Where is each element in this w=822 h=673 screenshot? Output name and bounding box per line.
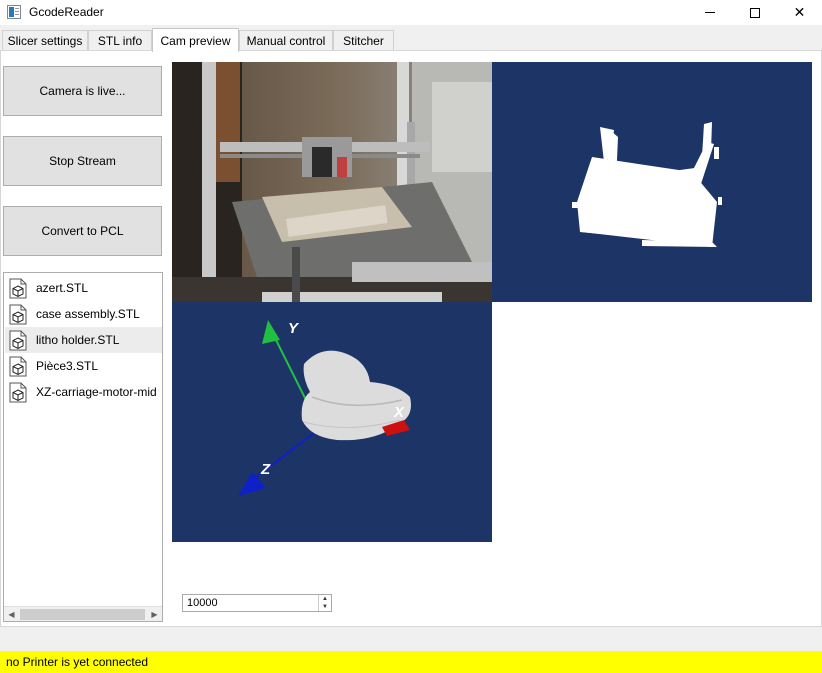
close-button[interactable]: ✕ bbox=[777, 0, 822, 25]
tab-stl-info[interactable]: STL info bbox=[88, 30, 152, 51]
list-item[interactable]: Pièce3.STL bbox=[5, 353, 162, 379]
y-axis-line bbox=[271, 331, 308, 403]
stop-stream-button[interactable]: Stop Stream bbox=[3, 136, 162, 186]
camera-live-button[interactable]: Camera is live... bbox=[3, 66, 162, 116]
tab-slicer-settings[interactable]: Slicer settings bbox=[2, 30, 88, 51]
stl-file-icon bbox=[9, 382, 27, 403]
window-title: GcodeReader bbox=[29, 5, 104, 19]
point-cloud-image bbox=[572, 122, 722, 247]
spinbox-value: 10000 bbox=[187, 597, 218, 609]
maximize-icon bbox=[749, 7, 760, 18]
y-axis-label: Y bbox=[288, 320, 300, 337]
threshold-spinbox[interactable]: 10000 ▲ ▼ bbox=[182, 594, 332, 612]
title-bar: GcodeReader ✕ bbox=[0, 0, 822, 25]
x-axis-label: X bbox=[393, 404, 405, 421]
list-item[interactable]: azert.STL bbox=[5, 275, 162, 301]
spin-down-icon[interactable]: ▼ bbox=[319, 603, 331, 611]
stl-file-icon bbox=[9, 330, 27, 351]
stl-file-icon bbox=[9, 356, 27, 377]
list-item[interactable]: XZ-carriage-motor-mid bbox=[5, 379, 162, 405]
close-icon: ✕ bbox=[793, 4, 806, 20]
horizontal-scrollbar[interactable]: ◀ ▶ bbox=[4, 606, 162, 621]
stl-file-list[interactable]: azert.STL case assembly.STL litho holder… bbox=[3, 272, 163, 622]
spin-up-icon[interactable]: ▲ bbox=[319, 595, 331, 603]
stl-file-icon bbox=[9, 278, 27, 299]
spinbox-buttons[interactable]: ▲ ▼ bbox=[318, 595, 331, 611]
scroll-left-icon[interactable]: ◀ bbox=[4, 607, 19, 621]
y-axis-arrow bbox=[262, 320, 280, 344]
stl-file-icon bbox=[9, 304, 27, 325]
convert-to-pcl-button[interactable]: Convert to PCL bbox=[3, 206, 162, 256]
point-cloud-view bbox=[492, 62, 812, 302]
tab-cam-preview[interactable]: Cam preview bbox=[152, 28, 239, 52]
camera-feed-view bbox=[172, 62, 492, 302]
status-bar: no Printer is yet connected bbox=[0, 651, 822, 673]
status-text: no Printer is yet connected bbox=[6, 655, 149, 669]
z-axis-label: Z bbox=[260, 461, 271, 478]
camera-feed-image bbox=[172, 62, 492, 302]
maximize-button[interactable] bbox=[732, 0, 777, 25]
minimize-button[interactable] bbox=[687, 0, 732, 25]
tab-stitcher[interactable]: Stitcher bbox=[333, 30, 394, 51]
list-item[interactable]: litho holder.STL bbox=[5, 327, 162, 353]
list-item[interactable]: case assembly.STL bbox=[5, 301, 162, 327]
tab-manual-control[interactable]: Manual control bbox=[239, 30, 333, 51]
app-icon bbox=[7, 5, 21, 19]
scrollbar-thumb[interactable] bbox=[20, 609, 145, 620]
scroll-right-icon[interactable]: ▶ bbox=[147, 607, 162, 621]
minimize-icon bbox=[704, 12, 715, 13]
stl-3d-view: Y X Z bbox=[172, 302, 492, 542]
stl-model-render: Y X Z bbox=[238, 320, 411, 496]
